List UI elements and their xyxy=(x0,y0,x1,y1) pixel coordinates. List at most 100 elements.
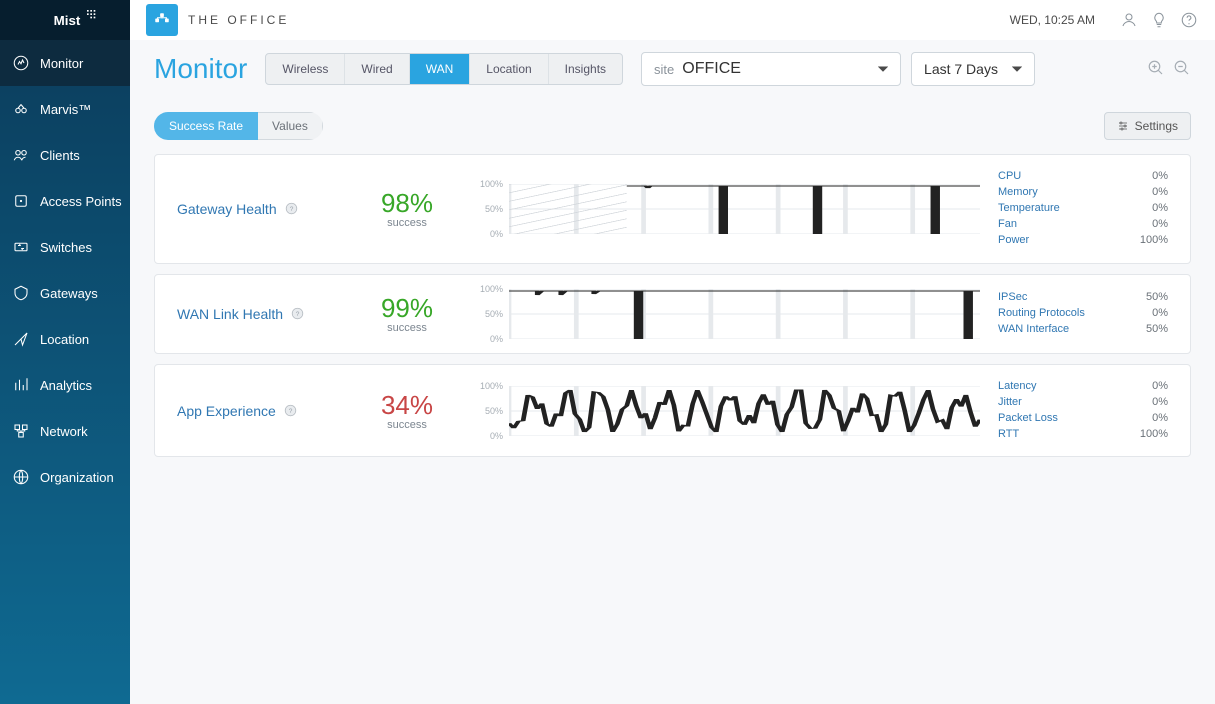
metric-card: WAN Link Health ? 99% success 100%50%0% … xyxy=(154,274,1191,354)
stat-row: Power 100% xyxy=(998,233,1168,249)
bulb-icon[interactable] xyxy=(1149,10,1169,30)
sidebar-item-switches[interactable]: Switches xyxy=(0,224,130,270)
stat-key[interactable]: RTT xyxy=(998,427,1019,443)
switches-icon xyxy=(12,238,30,256)
site-selector-value: OFFICE xyxy=(682,60,741,78)
stat-key[interactable]: IPSec xyxy=(998,290,1027,306)
sidebar-item-label: Access Points xyxy=(40,194,122,209)
sidebar-item-analytics[interactable]: Analytics xyxy=(0,362,130,408)
stat-value: 100% xyxy=(1140,233,1168,249)
tab-bar: WirelessWiredWANLocationInsights xyxy=(265,53,623,85)
chevron-down-icon xyxy=(878,64,888,74)
tab-location[interactable]: Location xyxy=(470,54,548,84)
help-icon[interactable]: ? xyxy=(285,202,298,215)
clients-icon xyxy=(12,146,30,164)
stat-key[interactable]: Latency xyxy=(998,379,1037,395)
sidebar-item-label: Switches xyxy=(40,240,92,255)
clock: WED, 10:25 AM xyxy=(1010,13,1095,27)
stat-key[interactable]: Memory xyxy=(998,185,1038,201)
help-icon[interactable]: ? xyxy=(284,404,297,417)
stat-row: Memory 0% xyxy=(998,185,1168,201)
stat-value: 50% xyxy=(1146,290,1168,306)
subtab-values[interactable]: Values xyxy=(258,112,323,140)
help-icon[interactable] xyxy=(1179,10,1199,30)
stat-row: IPSec 50% xyxy=(998,290,1168,306)
tab-insights[interactable]: Insights xyxy=(549,54,622,84)
stat-row: Fan 0% xyxy=(998,217,1168,233)
title-row: Monitor WirelessWiredWANLocationInsights… xyxy=(154,52,1191,86)
metric-stats: IPSec 50%Routing Protocols0%WAN Interface… xyxy=(998,290,1168,338)
metric-card: Gateway Health ? 98% success 100%50%0% C… xyxy=(154,154,1191,264)
stat-value: 0% xyxy=(1152,185,1168,201)
tab-wireless[interactable]: Wireless xyxy=(266,54,345,84)
sidebar-item-clients[interactable]: Clients xyxy=(0,132,130,178)
org-name: THE OFFICE xyxy=(188,13,289,27)
site-selector[interactable]: site OFFICE xyxy=(641,52,901,86)
stat-key[interactable]: WAN Interface xyxy=(998,322,1069,338)
tab-wan[interactable]: WAN xyxy=(410,54,471,84)
stat-key[interactable]: Jitter xyxy=(998,395,1022,411)
organization-icon xyxy=(12,468,30,486)
tab-wired[interactable]: Wired xyxy=(345,54,409,84)
svg-text:?: ? xyxy=(289,206,293,213)
metric-chart: 100%50%0% xyxy=(457,386,998,436)
metric-stats: CPU0%Memory0%Temperature0%Fan0%Power100% xyxy=(998,169,1168,249)
metric-name[interactable]: WAN Link Health xyxy=(177,306,283,322)
stat-key[interactable]: Temperature xyxy=(998,201,1060,217)
user-icon[interactable] xyxy=(1119,10,1139,30)
timerange-selector[interactable]: Last 7 Days xyxy=(911,52,1035,86)
sidebar-item-label: Marvis™ xyxy=(40,102,91,117)
sidebar-item-label: Network xyxy=(40,424,88,439)
metric-card: App Experience ? 34% success 100%50%0% L… xyxy=(154,364,1191,458)
stat-value: 0% xyxy=(1152,201,1168,217)
subtab-row: Success RateValues Settings xyxy=(154,112,1191,140)
subtab-success-rate[interactable]: Success Rate xyxy=(154,112,258,140)
settings-label: Settings xyxy=(1135,119,1178,133)
stat-row: Temperature 0% xyxy=(998,201,1168,217)
stat-row: Latency 0% xyxy=(998,379,1168,395)
analytics-icon xyxy=(12,376,30,394)
sidebar-item-label: Gateways xyxy=(40,286,98,301)
stat-key[interactable]: Power xyxy=(998,233,1029,249)
metric-name[interactable]: Gateway Health xyxy=(177,201,277,217)
zoom-in-icon[interactable] xyxy=(1147,59,1165,80)
svg-text:Mist: Mist xyxy=(53,13,80,28)
stat-value: 50% xyxy=(1146,322,1168,338)
sidebar-item-gateways[interactable]: Gateways xyxy=(0,270,130,316)
metric-name[interactable]: App Experience xyxy=(177,403,276,419)
metric-percent: 98% success xyxy=(357,188,457,229)
stat-key[interactable]: Packet Loss xyxy=(998,411,1058,427)
stat-key[interactable]: Routing Protocols xyxy=(998,306,1085,322)
sidebar-item-organization[interactable]: Organization xyxy=(0,454,130,500)
svg-text:?: ? xyxy=(289,408,293,415)
stat-value: 100% xyxy=(1140,427,1168,443)
zoom-out-icon[interactable] xyxy=(1173,59,1191,80)
gateways-icon xyxy=(12,284,30,302)
stat-key[interactable]: Fan xyxy=(998,217,1017,233)
sidebar: Mist Monitor Marvis™ Clients Access Points S… xyxy=(0,0,130,704)
settings-button[interactable]: Settings xyxy=(1104,112,1191,140)
help-icon[interactable]: ? xyxy=(291,307,304,320)
sidebar-item-label: Clients xyxy=(40,148,80,163)
stat-row: Routing Protocols0% xyxy=(998,306,1168,322)
sidebar-item-monitor[interactable]: Monitor xyxy=(0,40,130,86)
metric-percent: 99% success xyxy=(357,293,457,334)
stat-value: 0% xyxy=(1152,379,1168,395)
metric-stats: Latency 0%Jitter 0% Packet Loss0%RTT 100% xyxy=(998,379,1168,443)
stat-row: Packet Loss0% xyxy=(998,411,1168,427)
sidebar-item-network[interactable]: Network xyxy=(0,408,130,454)
stat-value: 0% xyxy=(1152,217,1168,233)
sidebar-item-label: Analytics xyxy=(40,378,92,393)
stat-row: WAN Interface 50% xyxy=(998,322,1168,338)
page-body: Monitor WirelessWiredWANLocationInsights… xyxy=(130,40,1215,704)
topbar: THE OFFICE WED, 10:25 AM xyxy=(130,0,1215,40)
sidebar-item-ap[interactable]: Access Points xyxy=(0,178,130,224)
sidebar-item-marvis[interactable]: Marvis™ xyxy=(0,86,130,132)
sidebar-item-location[interactable]: Location xyxy=(0,316,130,362)
monitor-icon xyxy=(12,54,30,72)
metric-percent: 34% success xyxy=(357,390,457,431)
timerange-value: Last 7 Days xyxy=(924,61,998,77)
sidebar-item-label: Organization xyxy=(40,470,114,485)
subtab-group: Success RateValues xyxy=(154,112,323,140)
stat-key[interactable]: CPU xyxy=(998,169,1021,185)
